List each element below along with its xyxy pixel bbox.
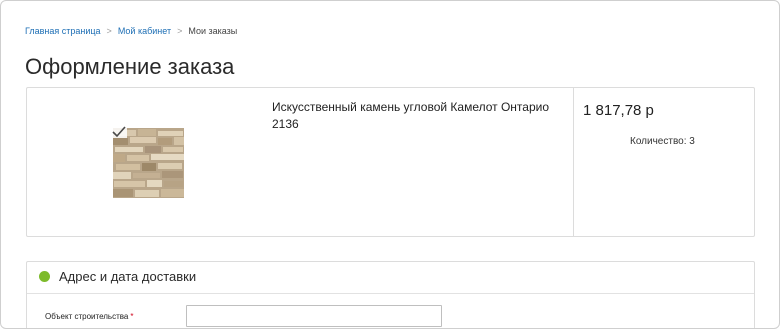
stone-texture-icon: [113, 128, 184, 198]
stone-product-image[interactable]: [113, 128, 184, 198]
order-item-card: Искусственный камень угловой Камелот Онт…: [26, 87, 755, 237]
product-price: 1 817,78 р: [583, 102, 654, 119]
breadcrumb-link-home[interactable]: Главная страница: [25, 26, 101, 36]
product-name[interactable]: Искусственный камень угловой Камелот Онт…: [272, 99, 562, 133]
breadcrumb-link-cabinet[interactable]: Мой кабинет: [118, 26, 171, 36]
page-title: Оформление заказа: [25, 54, 235, 79]
check-icon: [111, 126, 127, 138]
card-divider: [573, 88, 574, 236]
product-quantity: Количество: 3: [630, 136, 695, 147]
breadcrumb-separator: >: [106, 26, 112, 36]
section-title: Адрес и дата доставки: [59, 269, 197, 284]
required-mark: *: [130, 312, 134, 321]
construction-object-label: Объект строительства *: [45, 312, 134, 322]
section-status-dot: [39, 271, 50, 282]
order-page-frame: Главная страница > Мой кабинет > Мои заказы …: [0, 0, 780, 329]
breadcrumb-current: Мои заказы: [188, 26, 238, 36]
section-header-divider: [27, 293, 754, 294]
breadcrumb: Главная страница > Мой кабинет > Мои заказы: [25, 25, 237, 37]
delivery-section: Адрес и дата доставки Объект строительст…: [26, 261, 755, 328]
construction-object-input[interactable]: [186, 305, 442, 327]
construction-object-label-text: Объект строительства: [45, 312, 129, 321]
breadcrumb-separator: >: [177, 26, 183, 36]
